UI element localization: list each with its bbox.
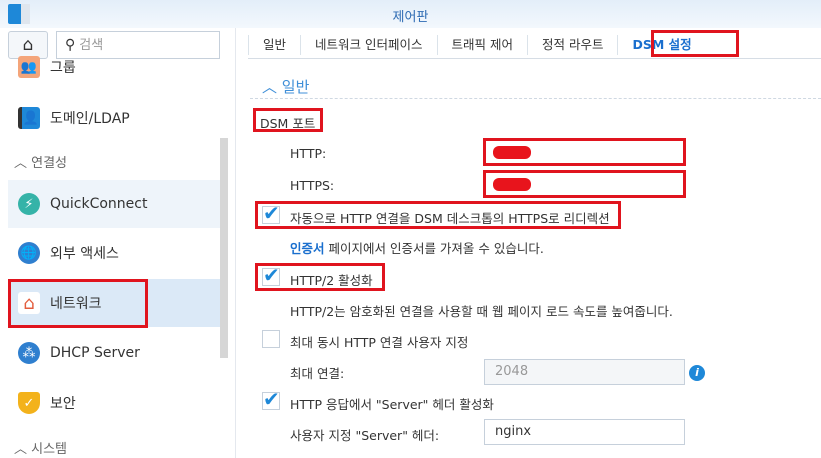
domain-ldap-icon: 👤 <box>18 107 40 129</box>
sidebar-item-quickconnect[interactable]: ⚡ QuickConnect <box>8 180 220 228</box>
https-label: HTTPS: <box>290 178 335 193</box>
sidebar-item-domain-ldap[interactable]: 👤 도메인/LDAP <box>8 94 220 142</box>
sidebar-item-security[interactable]: ✓ 보안 <box>8 379 220 427</box>
sidebar-scrollbar[interactable] <box>220 138 228 358</box>
sidebar-item-dhcp-server[interactable]: ⁂ DHCP Server <box>8 329 220 377</box>
divider <box>250 98 821 99</box>
custom-server-header-label: 사용자 지정 "Server" 헤더: <box>290 428 440 443</box>
http2-description: HTTP/2는 암호화된 연결을 사용할 때 웹 페이지 로드 속도를 높여줍니… <box>290 304 673 319</box>
max-connections-check-label: 최대 동시 HTTP 연결 사용자 지정 <box>290 335 469 350</box>
chevron-up-icon: ︿ <box>262 78 278 96</box>
highlight-http2 <box>255 263 385 291</box>
info-icon[interactable]: i <box>689 365 705 381</box>
tab-static-route[interactable]: 정적 라우트 <box>526 34 617 55</box>
max-connections-label: 최대 연결: <box>290 366 345 381</box>
tab-traffic-control[interactable]: 트래픽 제어 <box>436 34 527 55</box>
group-connectivity[interactable]: ︿ 연결성 <box>14 152 67 171</box>
highlight-dsm-port <box>253 108 323 132</box>
tab-general[interactable]: 일반 <box>248 34 300 55</box>
highlight-redirect <box>255 201 621 229</box>
section-general[interactable]: ︿ 일반 <box>262 76 309 97</box>
security-icon: ✓ <box>18 392 40 414</box>
main-panel: 일반 네트워크 인터페이스 트래픽 제어 정적 라우트 DSM 설정 ︿ 일반 … <box>236 28 821 458</box>
server-header-check-label: HTTP 응답에서 "Server" 헤더 활성화 <box>290 397 494 412</box>
highlight-http <box>483 138 686 166</box>
sidebar-item-external-access[interactable]: 🌐 외부 액세스 <box>8 229 220 277</box>
highlight-dsm-tab <box>651 30 739 57</box>
sidebar-item-group[interactable]: 👥 그룹 <box>8 45 220 89</box>
http-label: HTTP: <box>290 146 327 161</box>
highlight-network <box>8 279 148 328</box>
server-header-checkbox[interactable] <box>262 387 280 411</box>
sidebar: ⌂ ⚲ 검색 👥 그룹 👤 도메인/LDAP ︿ 연결성 ⚡ QuickConnect … <box>0 28 236 458</box>
dhcp-server-icon: ⁂ <box>18 342 40 364</box>
group-system[interactable]: ︿ 시스템 <box>14 438 67 457</box>
max-connections-checkbox[interactable] <box>262 330 280 348</box>
certificate-hint: 페이지에서 인증서를 가져올 수 있습니다. <box>324 241 544 256</box>
highlight-https <box>483 170 686 198</box>
max-connections-input[interactable]: 2048 <box>484 359 685 385</box>
group-icon: 👥 <box>18 56 40 78</box>
external-access-icon: 🌐 <box>18 242 40 264</box>
certificate-link[interactable]: 인증서 <box>290 241 325 256</box>
quickconnect-icon: ⚡ <box>18 193 40 215</box>
title-bar: 제어판 <box>0 0 821 28</box>
tab-network-interface[interactable]: 네트워크 인터페이스 <box>300 34 436 55</box>
custom-server-header-input[interactable]: nginx <box>484 419 685 445</box>
window-title: 제어판 <box>392 10 429 25</box>
